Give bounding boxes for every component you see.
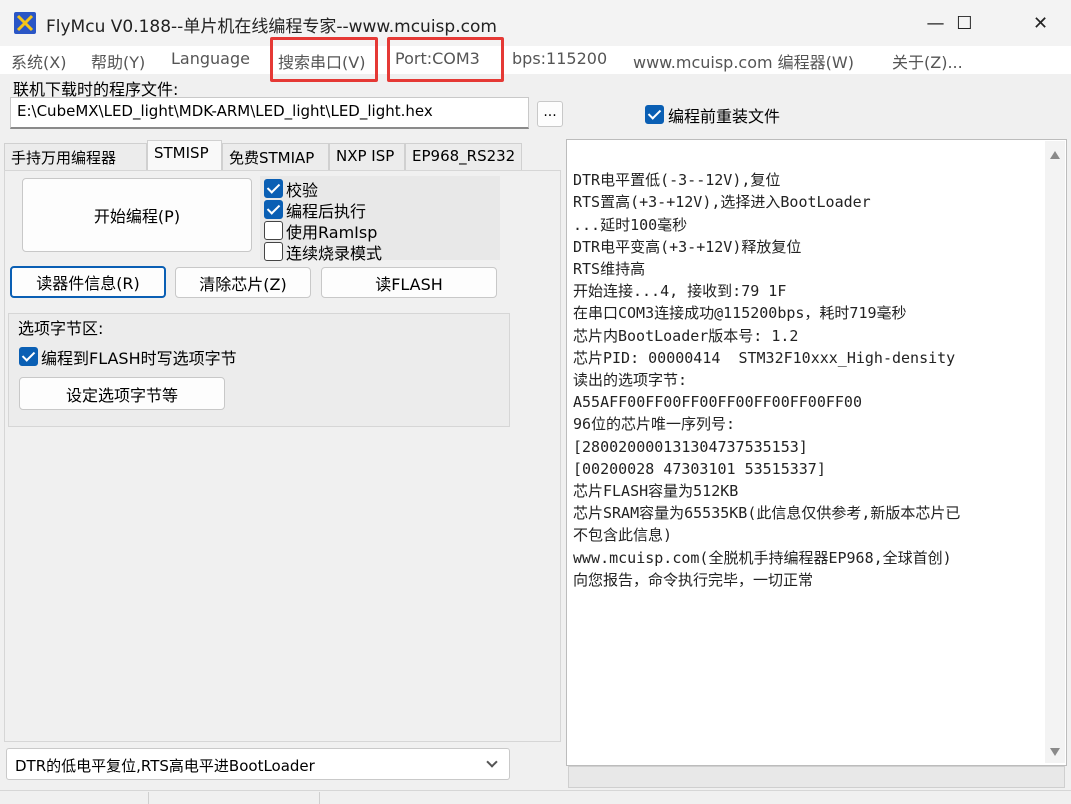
log-line: A55AFF00FF00FF00FF00FF00FF00FF00 [573,393,862,412]
use-ramisp-checkbox[interactable] [264,220,283,240]
app-icon [14,12,36,34]
reset-mode-select[interactable]: DTR的低电平复位,RTS高电平进BootLoader [6,748,510,780]
tab-ep968[interactable]: EP968_RS232 [405,143,522,170]
menu-port[interactable]: Port:COM3 [395,49,480,68]
menu-language[interactable]: Language [171,49,250,68]
log-line: 芯片FLASH容量为512KB [573,482,739,501]
log-horizontal-scrollbar[interactable] [568,766,1065,788]
erase-chip-button[interactable]: 清除芯片(Z) [175,267,311,298]
menu-bps[interactable]: bps:115200 [512,49,607,68]
log-line: 芯片SRAM容量为65535KB(此信息仅供参考,新版本芯片已 [573,504,961,523]
status-divider [319,792,320,804]
maximize-button[interactable]: ☐ [936,0,993,46]
log-line: 向您报告，命令执行完毕，一切正常 [573,570,814,589]
start-programming-button[interactable]: 开始编程(P) [22,178,252,252]
log-line: DTR电平变高(+3-+12V)释放复位 [573,237,802,256]
read-flash-button[interactable]: 读FLASH [321,267,497,298]
log-line: RTS维持高 [573,260,646,279]
tab-nxp-isp[interactable]: NXP ISP [329,143,405,170]
verify-checkbox[interactable] [264,178,283,198]
log-line: 在串口COM3连接成功@115200bps，耗时719毫秒 [573,304,907,323]
continuous-mode-label: 连续烧录模式 [286,244,383,263]
scroll-down-icon[interactable] [1050,748,1060,756]
menu-system[interactable]: 系统(X) [11,49,66,73]
log-line: 96位的芯片唯一序列号: [573,415,736,434]
run-after-program-checkbox[interactable] [264,199,283,219]
close-button[interactable]: ✕ [1012,0,1069,46]
set-option-bytes-button[interactable]: 设定选项字节等 [19,377,225,410]
status-divider [148,792,149,804]
log-line: 读出的选项字节: [573,371,688,390]
log-line: ...延时100毫秒 [573,215,688,234]
checkbox-checked-icon [264,200,283,219]
continuous-mode-checkbox[interactable] [264,241,283,261]
reload-file-label: 编程前重装文件 [668,107,781,126]
log-line: [280020000131304737535153] [573,437,808,456]
window-title: FlyMcu V0.188--单片机在线编程专家--www.mcuisp.com [46,17,497,37]
write-option-bytes-checkbox[interactable] [19,346,38,366]
log-line: 芯片PID: 00000414 STM32F10xxx_High-density [573,348,956,367]
log-vertical-scrollbar[interactable] [1045,141,1065,763]
browse-button[interactable]: ... [537,101,563,127]
program-file-input[interactable]: E:\CubeMX\LED_light\MDK-ARM\LED_light\LE… [10,97,529,129]
scroll-up-icon[interactable] [1050,151,1060,159]
log-line: DTR电平置低(-3--12V),复位 [573,171,781,190]
menu-search-port[interactable]: 搜索串口(V) [278,49,365,73]
menu-programmer[interactable]: www.mcuisp.com 编程器(W) [633,49,854,73]
checkbox-checked-icon [19,347,38,366]
log-line: 开始连接...4, 接收到:79 1F [573,282,787,301]
log-text: DTR电平置低(-3--12V),复位 RTS置高(+3-+12V),选择进入Bo… [573,147,1043,613]
read-device-info-button[interactable]: 读器件信息(R) [10,266,166,298]
reset-mode-value: DTR的低电平复位,RTS高电平进BootLoader [15,757,315,775]
log-line: RTS置高(+3-+12V),选择进入BootLoader [573,193,871,212]
menu-about[interactable]: 关于(Z)... [892,49,963,73]
checkbox-checked-icon [264,179,283,198]
tab-stmiap[interactable]: 免费STMIAP [222,143,329,170]
checkbox-unchecked-icon [264,221,283,240]
log-line: www.mcuisp.com(全脱机手持编程器EP968,全球首创) [573,548,952,567]
menu-help[interactable]: 帮助(Y) [91,49,145,73]
tab-handheld-programmer[interactable]: 手持万用编程器 [4,143,147,170]
tab-stmisp[interactable]: STMISP [147,140,222,171]
write-option-bytes-label: 编程到FLASH时写选项字节 [41,349,237,368]
option-bytes-group-label: 选项字节区: [18,319,104,338]
reload-file-checkbox[interactable] [645,104,664,124]
status-bar [0,790,1071,804]
log-line: 芯片内BootLoader版本号: 1.2 [573,326,799,345]
log-line: 不包含此信息) [573,526,673,545]
checkbox-checked-icon [645,105,664,124]
log-line: [00200028 47303101 53515337] [573,459,826,478]
checkbox-unchecked-icon [264,242,283,261]
